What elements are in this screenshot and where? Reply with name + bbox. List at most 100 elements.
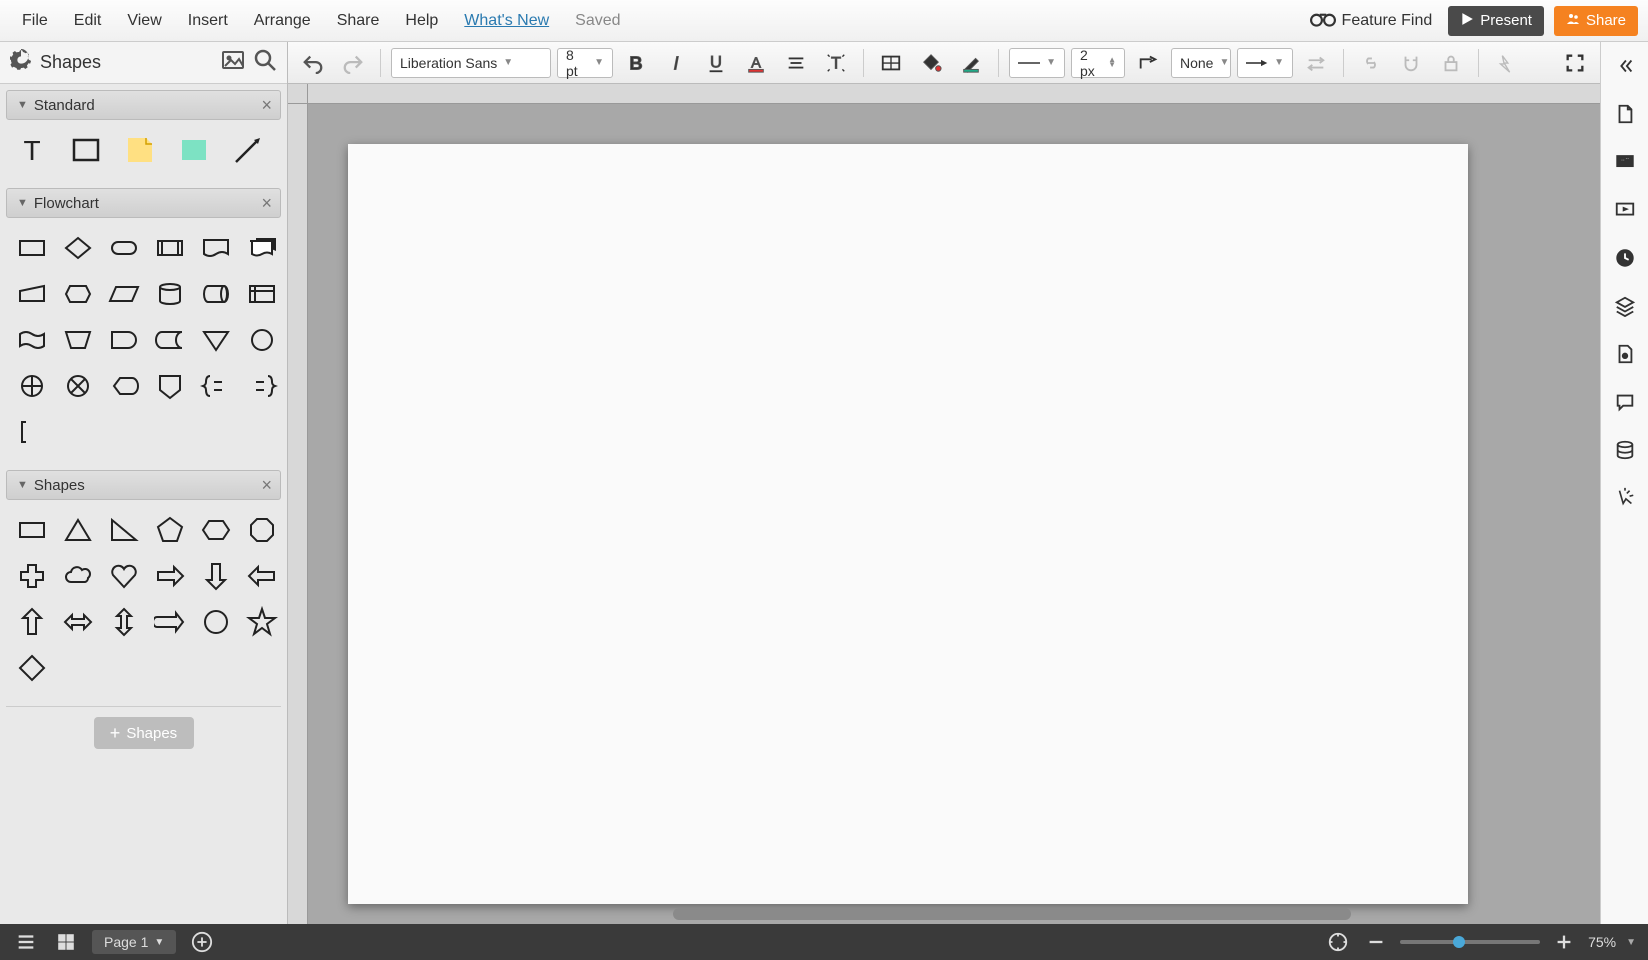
present-button[interactable]: Present: [1448, 6, 1544, 36]
delay-shape[interactable]: [102, 318, 146, 362]
text-options-button[interactable]: T: [819, 46, 853, 80]
octagon-shape[interactable]: [240, 508, 284, 552]
canvas-area[interactable]: [288, 84, 1600, 924]
brace-note-left-shape[interactable]: [240, 364, 284, 408]
section-flowchart-header[interactable]: ▼ Flowchart ×: [6, 188, 281, 218]
cursor-effects-icon[interactable]: [1607, 480, 1643, 516]
direct-data-shape[interactable]: [194, 272, 238, 316]
offpage-connector-shape[interactable]: [148, 364, 192, 408]
note-shape[interactable]: [118, 128, 162, 172]
vertical-double-arrow-shape[interactable]: [102, 600, 146, 644]
right-triangle-shape[interactable]: [102, 508, 146, 552]
chat-icon[interactable]: [1607, 384, 1643, 420]
menu-view[interactable]: View: [115, 6, 173, 36]
stroke-color-button[interactable]: [954, 46, 988, 80]
horizontal-scrollbar[interactable]: [328, 908, 1560, 920]
down-arrow-shape[interactable]: [194, 554, 238, 598]
align-button[interactable]: [779, 46, 813, 80]
zoom-in-button[interactable]: [1550, 928, 1578, 956]
text-shape[interactable]: T: [10, 128, 54, 172]
zoom-out-button[interactable]: [1362, 928, 1390, 956]
arrow-start-dropdown[interactable]: None▼: [1171, 48, 1231, 78]
rectangle-shape[interactable]: [10, 508, 54, 552]
data-shape[interactable]: [102, 272, 146, 316]
menu-arrange[interactable]: Arrange: [242, 6, 323, 36]
undo-button[interactable]: [296, 46, 330, 80]
zoom-slider[interactable]: [1400, 940, 1540, 944]
text-color-button[interactable]: A: [739, 46, 773, 80]
stored-data-shape[interactable]: [148, 318, 192, 362]
outline-view-icon[interactable]: [12, 928, 40, 956]
history-icon[interactable]: [1607, 240, 1643, 276]
line-shape[interactable]: [226, 128, 270, 172]
section-standard-header[interactable]: ▼ Standard ×: [6, 90, 281, 120]
underline-button[interactable]: U: [699, 46, 733, 80]
zoom-level[interactable]: 75%: [1588, 934, 1616, 950]
predefined-process-shape[interactable]: [148, 226, 192, 270]
layers-icon[interactable]: [1607, 288, 1643, 324]
merge-shape[interactable]: [194, 318, 238, 362]
note-bracket-shape[interactable]: [10, 410, 54, 454]
grid-view-icon[interactable]: [52, 928, 80, 956]
page-canvas[interactable]: [348, 144, 1468, 904]
database-shape[interactable]: [148, 272, 192, 316]
or-shape[interactable]: [10, 364, 54, 408]
magnet-button[interactable]: [1394, 46, 1428, 80]
image-icon[interactable]: [221, 48, 245, 77]
process-shape[interactable]: [10, 226, 54, 270]
terminator-shape[interactable]: [102, 226, 146, 270]
heart-shape[interactable]: [102, 554, 146, 598]
block-shape[interactable]: [64, 128, 108, 172]
triangle-shape[interactable]: [56, 508, 100, 552]
multi-document-shape[interactable]: [240, 226, 284, 270]
zoom-fit-icon[interactable]: [1324, 928, 1352, 956]
theme-icon[interactable]: [1607, 336, 1643, 372]
menu-help[interactable]: Help: [393, 6, 450, 36]
page-tab[interactable]: Page 1▼: [92, 930, 176, 954]
manual-operation-shape[interactable]: [56, 318, 100, 362]
line-style-dropdown[interactable]: ▼: [1009, 48, 1065, 78]
horizontal-double-arrow-shape[interactable]: [56, 600, 100, 644]
data-icon[interactable]: [1607, 432, 1643, 468]
hotspot-shape[interactable]: [172, 128, 216, 172]
menu-share[interactable]: Share: [325, 6, 392, 36]
share-button[interactable]: Share: [1554, 6, 1638, 36]
line-type-button[interactable]: [1131, 46, 1165, 80]
italic-button[interactable]: I: [659, 46, 693, 80]
collapse-right-panel-button[interactable]: [1607, 48, 1643, 84]
add-page-button[interactable]: [188, 928, 216, 956]
close-icon[interactable]: ×: [261, 95, 272, 116]
pentagon-shape[interactable]: [148, 508, 192, 552]
presentation-icon[interactable]: [1607, 192, 1643, 228]
menu-insert[interactable]: Insert: [176, 6, 240, 36]
cloud-shape[interactable]: [56, 554, 100, 598]
line-width-dropdown[interactable]: 2 px▲▼: [1071, 48, 1125, 78]
link-button[interactable]: [1354, 46, 1388, 80]
menu-edit[interactable]: Edit: [62, 6, 114, 36]
hexagon-shape[interactable]: [194, 508, 238, 552]
section-shapes-header[interactable]: ▼ Shapes ×: [6, 470, 281, 500]
gear-icon[interactable]: [10, 49, 32, 76]
preparation-shape[interactable]: [56, 272, 100, 316]
document-shape[interactable]: [194, 226, 238, 270]
document-icon[interactable]: [1607, 96, 1643, 132]
menu-file[interactable]: File: [10, 6, 60, 36]
feature-find-button[interactable]: Feature Find: [1310, 8, 1433, 33]
up-arrow-shape[interactable]: [10, 600, 54, 644]
comments-icon[interactable]: ❝❞: [1607, 144, 1643, 180]
redo-button[interactable]: [336, 46, 370, 80]
lock-button[interactable]: [1434, 46, 1468, 80]
fill-color-button[interactable]: [914, 46, 948, 80]
decision-shape[interactable]: [56, 226, 100, 270]
internal-storage-shape[interactable]: [240, 272, 284, 316]
search-icon[interactable]: [253, 48, 277, 77]
right-arrow-shape[interactable]: [148, 554, 192, 598]
star-shape[interactable]: [240, 600, 284, 644]
menu-whats-new[interactable]: What's New: [452, 6, 561, 36]
font-size-dropdown[interactable]: 8 pt▼: [557, 48, 613, 78]
layout-button[interactable]: [874, 46, 908, 80]
summing-junction-shape[interactable]: [56, 364, 100, 408]
paper-tape-shape[interactable]: [10, 318, 54, 362]
circle-shape[interactable]: [194, 600, 238, 644]
add-shapes-button[interactable]: + Shapes: [94, 717, 194, 749]
